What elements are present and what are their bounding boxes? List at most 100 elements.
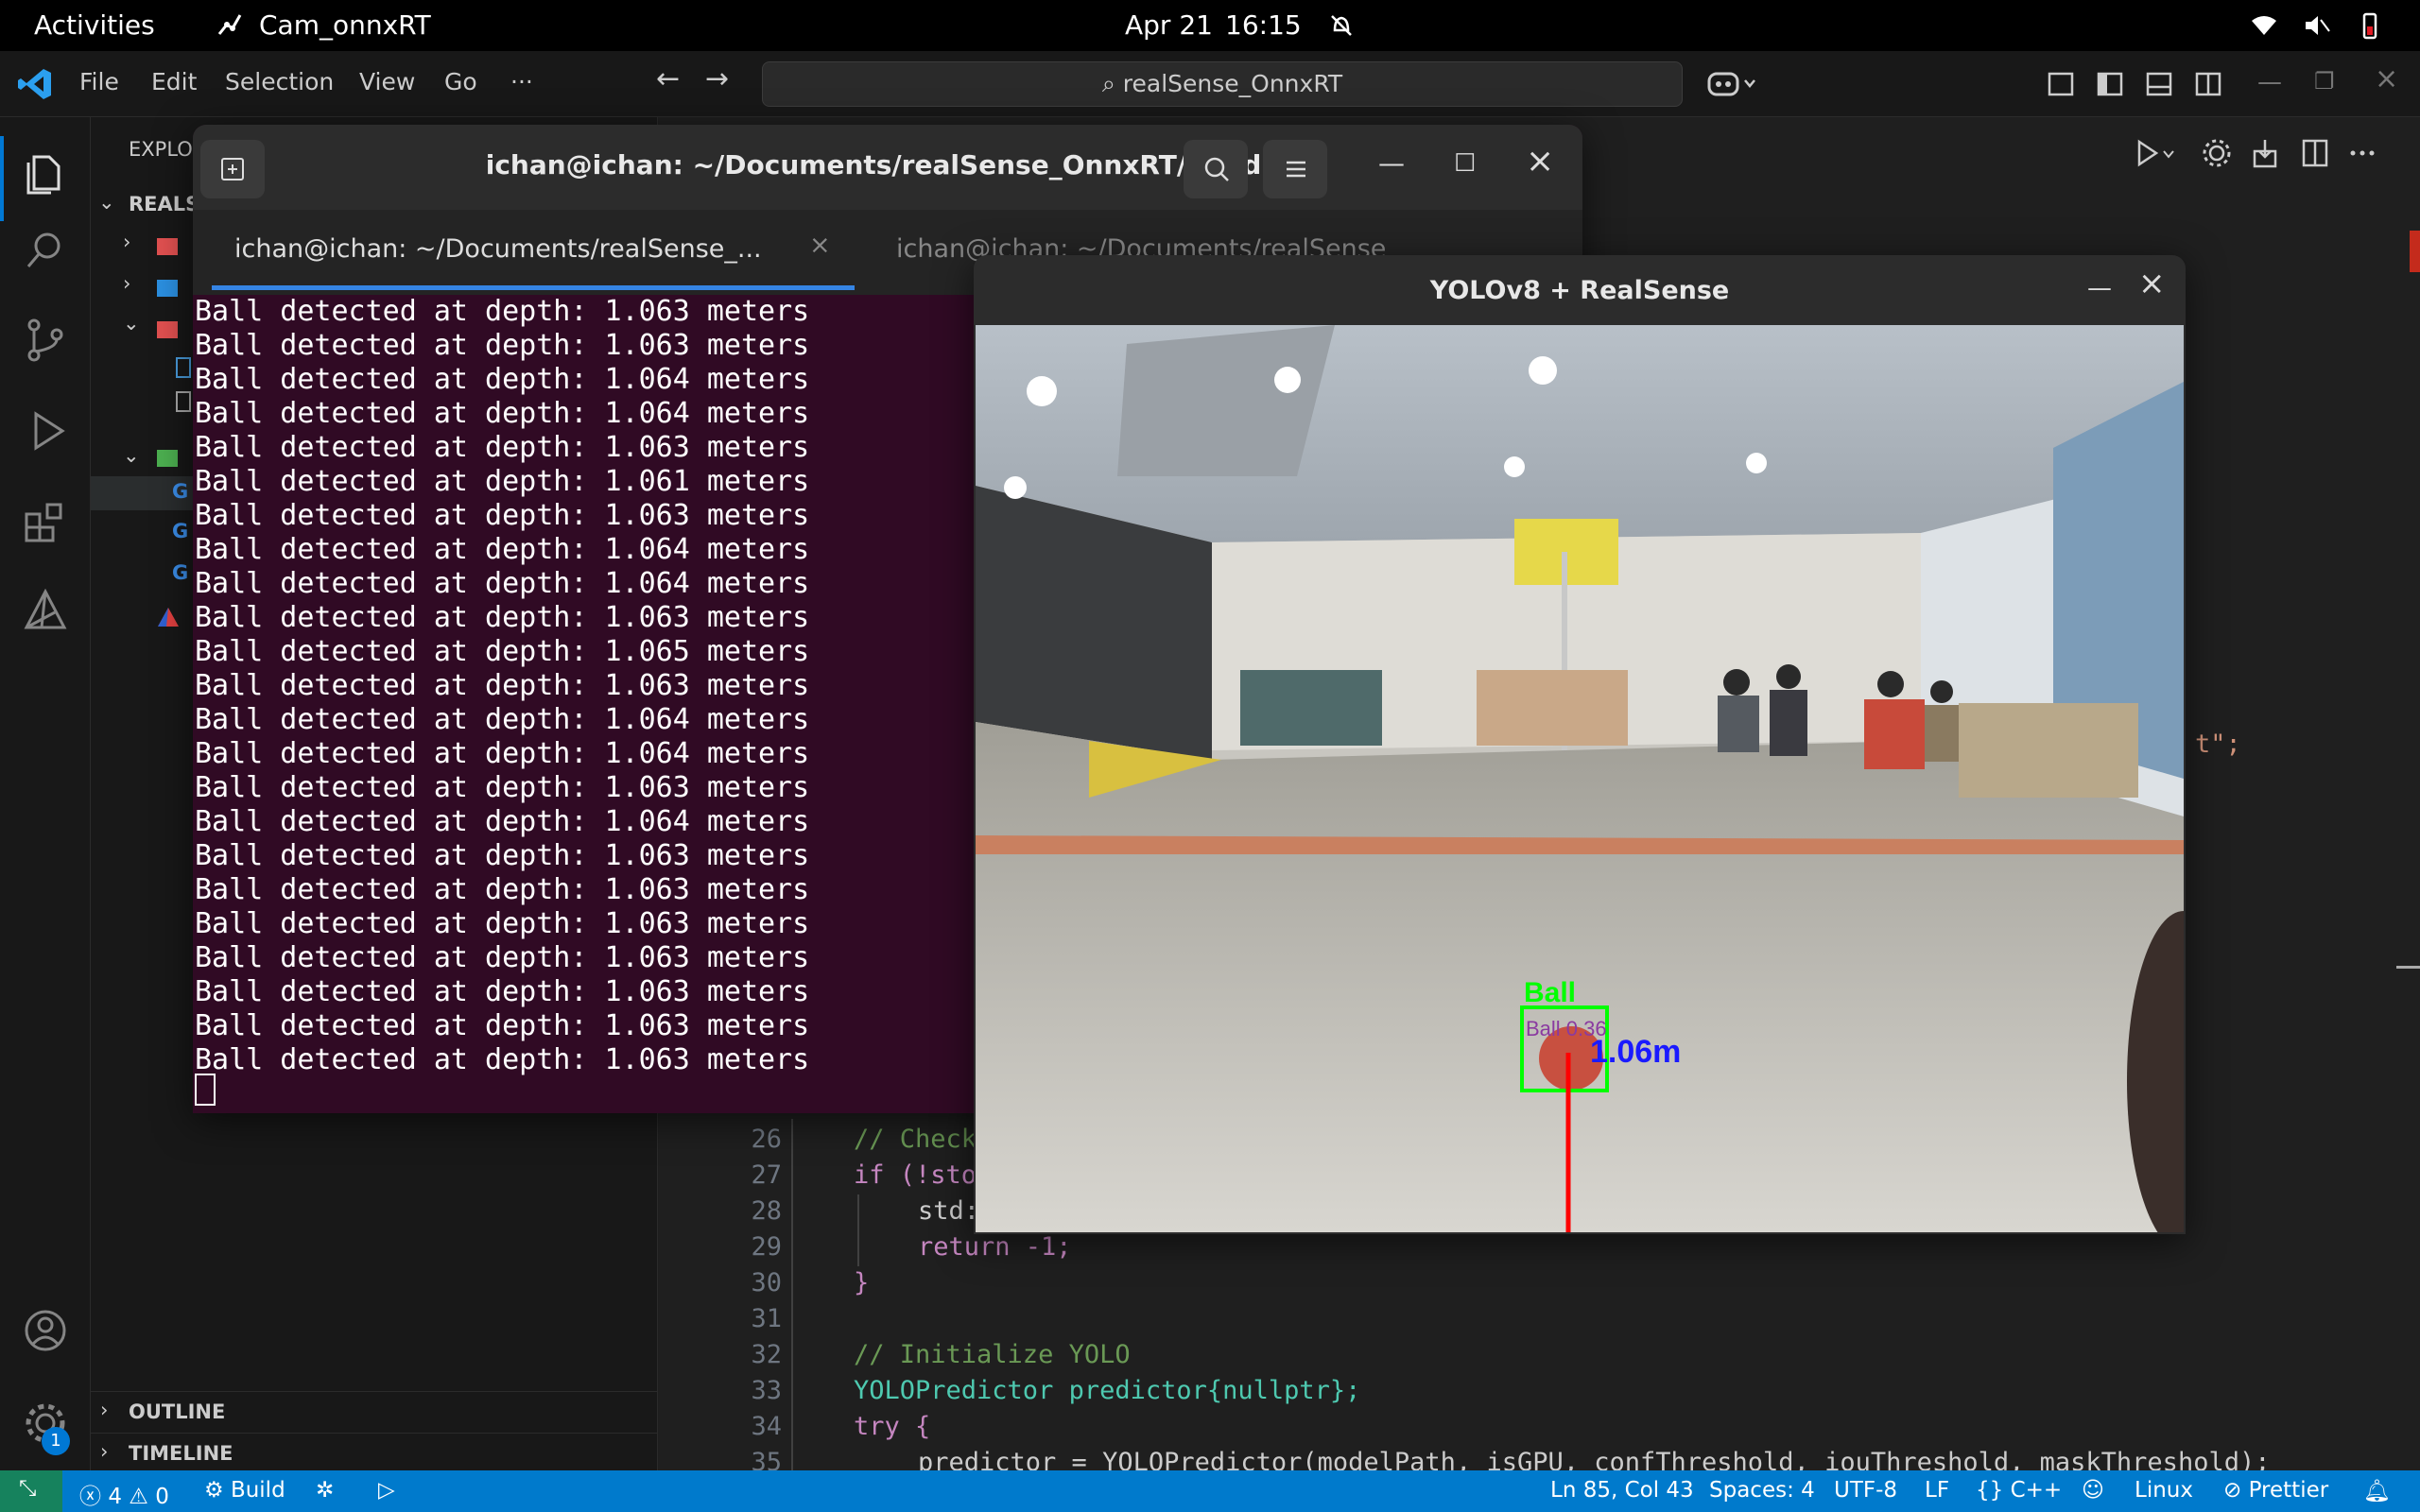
cmake-icon[interactable] [21,586,70,635]
outline-chevron-icon[interactable]: › [100,1399,108,1421]
hamburger-menu-icon [1287,161,1305,178]
indent-guide [857,1194,859,1266]
wifi-icon[interactable] [2250,11,2278,40]
tab-close-icon[interactable]: × [809,231,831,260]
timeline-chevron-icon[interactable]: › [100,1440,108,1463]
ceiling-light [1004,476,1027,499]
window-restore-icon[interactable]: ❐ [2314,68,2335,94]
notifications-muted-icon[interactable] [1327,11,1356,40]
run-debug-icon[interactable] [21,406,70,455]
terminal-tab-active[interactable]: ichan@ichan: ~/Documents/realSense_... × [212,210,855,295]
menu-edit[interactable]: Edit [151,68,197,95]
menu-file[interactable]: File [79,68,119,95]
end-of-line[interactable]: LF [1925,1478,1949,1503]
terminal-header: ichan@ichan: ~/Documents/realSense_OnnxR… [193,125,1582,210]
menu-view[interactable]: View [359,68,415,95]
activities-button[interactable]: Activities [34,9,155,41]
menu-go[interactable]: Go [444,68,477,95]
tree-folder-build-chevron-icon[interactable]: › [123,231,130,253]
nav-back-icon[interactable]: ← [656,62,680,95]
code-line: if (!sto [854,1160,977,1190]
active-app-name[interactable]: Cam_onnxRT [259,9,431,41]
search-icon [1204,157,1229,181]
line-number: 27 [751,1160,782,1190]
clock-time[interactable]: 16:15 [1225,9,1302,41]
project-folder-label[interactable]: REALS [129,193,199,215]
window-close-icon[interactable]: × [2375,62,2398,95]
language-mode[interactable]: {} C++ [1976,1478,2062,1503]
code-line: // Initialize YOLO [854,1340,1131,1369]
minimize-icon[interactable]: — [2087,274,2112,302]
tree-folder-chevron-icon[interactable]: › [123,272,130,295]
ceiling-light [1504,456,1525,477]
yolo-window[interactable]: YOLOv8 + RealSense — × Ball Ball 0.36 1.… [974,255,2186,1234]
menu-more[interactable]: ··· [510,68,533,95]
copilot-icon[interactable] [1707,68,1758,100]
class-label: Ball [1524,977,1576,1008]
encoding[interactable]: UTF-8 [1834,1478,1897,1503]
chevron-down-icon[interactable]: ⌄ [98,191,115,214]
nav-forward-icon[interactable]: → [705,62,729,95]
line-number: 30 [751,1268,782,1297]
cursor-position[interactable]: Ln 85, Col 43 [1550,1478,1694,1503]
line-number: 33 [751,1376,782,1405]
terminal-search-button[interactable] [1184,140,1248,198]
minimize-icon[interactable]: — [1378,147,1405,179]
source-control-icon[interactable] [21,316,70,365]
close-icon[interactable]: × [1526,142,1554,180]
camera-feed: Ball Ball 0.36 1.06m [976,325,2184,1232]
copilot-status-icon[interactable]: ☺ [2082,1478,2104,1503]
problems-indicator[interactable]: ⓧ 4 ⚠ 0 [79,1478,169,1510]
accounts-icon[interactable] [21,1306,70,1355]
window-minimize-icon[interactable]: — [2257,68,2282,96]
yolo-window-title: YOLOv8 + RealSense [1429,276,1730,305]
debug-icon[interactable]: ✲ [316,1478,334,1503]
cmake-file-icon[interactable] [157,607,180,627]
file-icon[interactable] [176,357,191,378]
platform[interactable]: Linux [2135,1478,2193,1503]
search-view-icon[interactable] [21,227,70,276]
cpp-file-icon[interactable]: G [172,561,188,584]
line-number: 28 [751,1196,782,1226]
source-folder-icon [157,450,178,467]
clock-date[interactable]: Apr 21 [1125,9,1213,41]
build-button[interactable]: ⚙ Build [204,1478,285,1503]
tree-folder-open-chevron-icon[interactable]: ⌄ [123,312,140,335]
extensions-icon[interactable] [21,497,70,546]
menu-selection[interactable]: Selection [225,68,334,95]
battery-icon[interactable] [2356,11,2384,40]
file-icon[interactable] [176,391,191,412]
divider [91,1433,658,1434]
timeline-section-header[interactable]: TIMELINE [129,1442,233,1465]
new-tab-icon [221,158,244,180]
command-center-search[interactable]: ⌕ realSense_OnnxRT [762,61,1683,107]
notifications-bell-icon[interactable]: 🔔︎ [2363,1478,2391,1503]
outline-section-header[interactable]: OUTLINE [129,1400,225,1423]
tree-src-chevron-icon[interactable]: ⌄ [123,444,140,467]
explorer-icon[interactable] [21,147,70,197]
remote-indicator[interactable]: ⤡ [0,1470,62,1512]
indentation[interactable]: Spaces: 4 [1709,1478,1815,1503]
formatter[interactable]: ⊘ Prettier [2223,1478,2328,1503]
run-icon[interactable]: ▷ [378,1478,395,1503]
line-number: 26 [751,1125,782,1154]
cpp-file-icon[interactable]: G [172,480,188,503]
layout-controls-icon[interactable] [2048,70,2237,98]
volume-muted-icon[interactable] [2303,11,2331,40]
cpp-file-icon[interactable]: G [172,520,188,542]
new-tab-button[interactable] [200,140,265,198]
code-fragment: t"; [2195,730,2241,759]
wooden-cabinet [1477,670,1628,746]
maximize-icon[interactable]: ☐ [1454,149,1476,178]
editor-actions-icon[interactable] [2134,136,2408,170]
app-icon [217,14,242,35]
low-wall-panel [1240,670,1382,746]
ceiling-light [1027,376,1057,406]
remote-icon: ⤡ [19,1476,37,1501]
code-line: // Check [854,1125,977,1154]
code-line: return -1; [918,1232,1072,1262]
terminal-menu-button[interactable] [1263,140,1327,198]
indent-guide [791,1119,793,1470]
active-tab-indicator [212,285,855,290]
close-icon[interactable]: × [2138,265,2166,302]
